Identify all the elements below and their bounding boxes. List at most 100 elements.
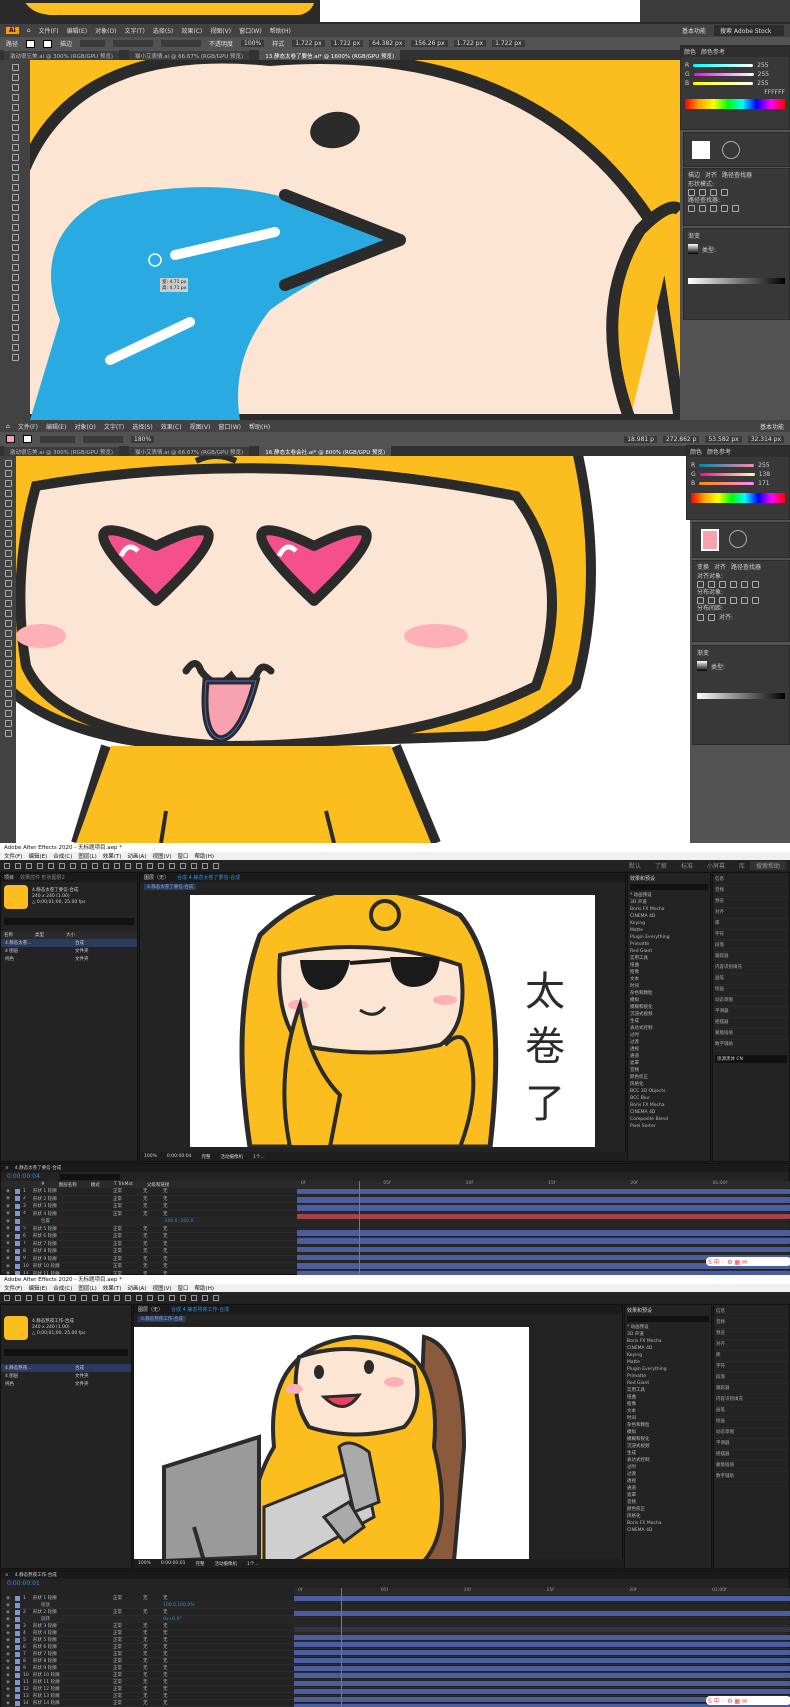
- ae-tool-icon-7[interactable]: [81, 1294, 87, 1301]
- layer-mode[interactable]: 正常: [113, 1693, 143, 1699]
- effect-category-item[interactable]: 过时: [630, 1032, 708, 1039]
- gradient-swatch[interactable]: [688, 244, 698, 254]
- layer-parent[interactable]: -100.0,-100.0: [163, 1219, 203, 1224]
- layer-duration-bar[interactable]: [297, 1221, 790, 1230]
- layer-parent[interactable]: 无: [163, 1644, 203, 1650]
- ae-tool-icon-7[interactable]: [81, 862, 87, 869]
- hex-value[interactable]: FFFFFF: [685, 89, 785, 96]
- document-tab-2[interactable]: 16.静态太卷会社.ai* @ 800% (RGB/GPU 预览): [259, 445, 392, 457]
- visibility-eye-icon[interactable]: ◉: [1, 1617, 15, 1622]
- layer-name[interactable]: 形状 4 轮廓: [33, 1630, 113, 1636]
- timeline-layer-row[interactable]: ◉ 7 形状 7 轮廓 正常无无: [1, 1241, 297, 1248]
- layer-parent[interactable]: 无: [163, 1595, 203, 1601]
- coord-field-3[interactable]: 32.314 px: [747, 435, 784, 443]
- tool-icon-26[interactable]: [11, 324, 19, 331]
- ae-tool-icon-18[interactable]: [202, 862, 208, 869]
- right-panel-item[interactable]: 绘画: [716, 1417, 787, 1428]
- ae-tool-icon-0[interactable]: [4, 862, 10, 869]
- tool-icon-29[interactable]: [11, 354, 19, 361]
- timeline-layer-row[interactable]: ◉ 11 形状 11 轮廓 正常无无: [1, 1679, 294, 1686]
- tool-icon-13[interactable]: [4, 590, 12, 597]
- menu-item-6[interactable]: 视图(V): [152, 1284, 171, 1292]
- visibility-eye-icon[interactable]: ◉: [1, 1666, 15, 1671]
- tool-icon-15[interactable]: [4, 610, 12, 617]
- tab-color[interactable]: 颜色: [684, 47, 696, 56]
- timeline-layer-row[interactable]: ◉ 缩放 100.0,100.0%: [1, 1602, 294, 1609]
- layer-parent[interactable]: 无: [163, 1630, 203, 1636]
- effect-category-item[interactable]: * 动画预设: [627, 1324, 709, 1331]
- layer-trkmat[interactable]: 无: [143, 1623, 163, 1629]
- document-tab-0[interactable]: 激动很忘美.ai @ 300% (RGB/GPU 预览): [4, 445, 119, 457]
- none-swatch-icon[interactable]: [729, 530, 747, 548]
- layer-duration-bar[interactable]: [294, 1642, 790, 1650]
- effect-category-item[interactable]: Pixel Sorter: [630, 1123, 708, 1130]
- layer-mode[interactable]: 正常: [113, 1665, 143, 1671]
- ae-tool-icon-8[interactable]: [92, 862, 98, 869]
- effect-category-item[interactable]: 文本: [627, 1408, 709, 1415]
- layer-trkmat[interactable]: 无: [143, 1630, 163, 1636]
- effect-category-item[interactable]: 表达式控制: [627, 1457, 709, 1464]
- menu-item-8[interactable]: 帮助(H): [249, 422, 270, 431]
- layer-trkmat[interactable]: 无: [143, 1196, 163, 1202]
- layer-trkmat[interactable]: 无: [143, 1672, 163, 1678]
- tab-color-guide[interactable]: 颜色参考: [701, 47, 725, 56]
- timeline-layer-row[interactable]: ◉ 位置 -100.0,-100.0: [1, 1218, 297, 1226]
- ae-tool-icon-10[interactable]: [114, 1294, 120, 1301]
- layer-parent[interactable]: 无: [163, 1233, 203, 1239]
- color-spectrum[interactable]: [691, 493, 785, 503]
- fill-preview[interactable]: [692, 141, 710, 159]
- tool-icon-6[interactable]: [11, 124, 19, 131]
- timeline-layer-row[interactable]: ◉ 3 形状 3 轮廓 正常无无: [1, 1203, 297, 1211]
- effect-category-item[interactable]: 抠像: [627, 1401, 709, 1408]
- right-panel-item[interactable]: 字符: [716, 1362, 787, 1373]
- ae-tool-icon-1[interactable]: [15, 1294, 21, 1301]
- timeline-layer-row[interactable]: ◉ 12 形状 12 轮廓 正常无无: [1, 1686, 294, 1693]
- effect-category-item[interactable]: Primatte: [630, 941, 708, 948]
- comp-breadcrumb[interactable]: 4.静态熬夜工作-合成: [138, 1316, 186, 1322]
- workspace-tab-4[interactable]: 库: [739, 861, 745, 870]
- right-panel-item[interactable]: 画笔: [716, 1406, 787, 1417]
- right-panel-item[interactable]: 摇摆器: [715, 1018, 787, 1029]
- ae-tool-icon-2[interactable]: [26, 862, 32, 869]
- coord-field-2[interactable]: 64.382 px: [369, 40, 406, 47]
- layer-name[interactable]: 形状 10 轮廓: [33, 1263, 113, 1269]
- menu-item-0[interactable]: 文件(F): [18, 422, 38, 431]
- layer-duration-bar[interactable]: [294, 1673, 790, 1681]
- right-panel-item[interactable]: 跟踪器: [715, 952, 787, 963]
- tool-icon-6[interactable]: [4, 520, 12, 527]
- visibility-eye-icon[interactable]: ◉: [1, 1680, 15, 1685]
- layer-parent[interactable]: 无: [163, 1226, 203, 1232]
- menu-item-3[interactable]: 文字(T): [125, 26, 145, 35]
- effect-category-item[interactable]: CINEMA 4D: [627, 1345, 709, 1352]
- layer-parent[interactable]: 无: [163, 1188, 203, 1194]
- ae-tool-icon-11[interactable]: [125, 862, 131, 869]
- effect-category-item[interactable]: 模拟: [630, 997, 708, 1004]
- tool-icon-17[interactable]: [11, 234, 19, 241]
- tool-icon-3[interactable]: [4, 490, 12, 497]
- effect-category-item[interactable]: 颜色校正: [627, 1506, 709, 1513]
- gradient-slider[interactable]: [688, 278, 785, 284]
- layer-mode[interactable]: 正常: [113, 1651, 143, 1657]
- timeline-layer-row[interactable]: ◉ 4 形状 4 轮廓 正常无无: [1, 1630, 294, 1637]
- effects-search[interactable]: [630, 884, 708, 890]
- layer-trkmat[interactable]: 无: [143, 1686, 163, 1692]
- fill-swatch[interactable]: [6, 435, 15, 443]
- project-item[interactable]: 4.静态太卷... 合成: [1, 939, 137, 947]
- timeline-layer-row[interactable]: ◉ 13 形状 13 轮廓 正常无无: [1, 1693, 294, 1700]
- workspace-switcher[interactable]: 基本功能: [682, 26, 706, 35]
- timeline-layer-row[interactable]: ◉ 1 形状 1 轮廓 正常无无: [1, 1188, 297, 1196]
- layer-trkmat[interactable]: 无: [143, 1263, 163, 1269]
- tool-icon-26[interactable]: [4, 720, 12, 727]
- tool-icon-23[interactable]: [11, 294, 19, 301]
- layer-parent[interactable]: 无: [163, 1203, 203, 1209]
- effect-category-item[interactable]: 过渡: [630, 1039, 708, 1046]
- effect-category-item[interactable]: 模拟: [627, 1429, 709, 1436]
- layer-duration-bar[interactable]: [294, 1611, 790, 1619]
- tool-icon-19[interactable]: [11, 254, 19, 261]
- effect-category-item[interactable]: 遮罩: [630, 1060, 708, 1067]
- ae-tool-icon-5[interactable]: [59, 862, 65, 869]
- coord-field-5[interactable]: 1.722 px: [492, 40, 525, 47]
- tool-icon-10[interactable]: [4, 560, 12, 567]
- ae-tool-icon-2[interactable]: [26, 1294, 32, 1301]
- fill-swatch[interactable]: [26, 39, 36, 48]
